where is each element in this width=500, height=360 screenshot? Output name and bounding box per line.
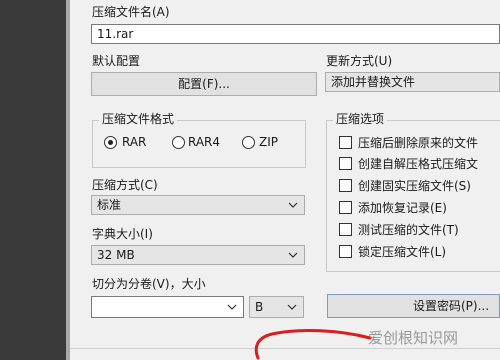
archive-name-input[interactable]: 11.rar <box>91 24 500 44</box>
radio-selected-icon <box>104 136 117 149</box>
split-unit-value: B <box>255 300 264 314</box>
dictionary-size-value: 32 MB <box>97 248 135 262</box>
split-volumes-input[interactable] <box>91 296 244 318</box>
chevron-down-icon <box>227 304 237 310</box>
update-mode-label: 更新方式(U) <box>326 54 393 68</box>
option-label: 压缩后删除原来的文件 <box>358 136 479 150</box>
archive-name-label: 压缩文件名(A) <box>92 5 170 19</box>
profiles-button[interactable]: 配置(F)... <box>91 72 317 96</box>
option-label: 创建固实压缩文件(S) <box>358 179 471 193</box>
format-option-rar[interactable]: RAR <box>100 133 165 153</box>
archive-format-title: 压缩文件格式 <box>99 112 178 126</box>
checkbox-icon <box>339 201 352 214</box>
checkbox-icon <box>339 157 352 170</box>
watermark-text: 爱创根知识网 <box>368 329 459 347</box>
archive-options-title: 压缩选项 <box>333 112 388 126</box>
chevron-down-icon <box>288 252 298 258</box>
option-label: 创建自解压格式压缩文 <box>358 157 479 171</box>
format-option-label: RAR4 <box>188 135 221 149</box>
option-test-files[interactable]: 测试压缩的文件(T) <box>336 220 500 240</box>
compression-method-label: 压缩方式(C) <box>92 178 158 192</box>
format-option-label: ZIP <box>259 135 278 149</box>
checkbox-icon <box>339 136 352 149</box>
background-window-strip <box>0 0 70 360</box>
checkbox-icon <box>339 223 352 236</box>
option-label: 锁定压缩文件(L) <box>358 245 447 259</box>
dictionary-size-select[interactable]: 32 MB <box>91 245 305 265</box>
compression-method-select[interactable]: 标准 <box>91 195 305 215</box>
update-mode-value: 添加并替换文件 <box>331 75 416 89</box>
option-create-sfx[interactable]: 创建自解压格式压缩文 <box>336 154 500 174</box>
set-password-button[interactable]: 设置密码(P)... <box>327 294 500 318</box>
chevron-down-icon <box>287 304 297 310</box>
dictionary-size-label: 字典大小(I) <box>92 227 153 241</box>
option-label: 测试压缩的文件(T) <box>358 223 459 237</box>
option-lock-archive[interactable]: 锁定压缩文件(L) <box>336 242 500 262</box>
format-option-label: RAR <box>122 135 147 149</box>
compression-method-value: 标准 <box>97 198 122 212</box>
option-delete-after[interactable]: 压缩后删除原来的文件 <box>336 133 500 153</box>
checkbox-icon <box>339 245 352 258</box>
format-option-rar4[interactable]: RAR4 <box>168 133 233 153</box>
radio-empty-icon <box>172 136 185 149</box>
option-create-solid[interactable]: 创建固实压缩文件(S) <box>336 176 500 196</box>
radio-empty-icon <box>242 136 255 149</box>
option-label: 添加恢复记录(E) <box>358 201 447 215</box>
option-add-recovery[interactable]: 添加恢复记录(E) <box>336 198 500 218</box>
split-unit-select[interactable]: B <box>249 296 304 318</box>
window-edge <box>66 0 70 360</box>
chevron-down-icon <box>288 202 298 208</box>
format-option-zip[interactable]: ZIP <box>238 133 298 153</box>
update-mode-select[interactable]: 添加并替换文件 <box>325 72 500 92</box>
checkbox-icon <box>339 179 352 192</box>
split-volumes-label: 切分为分卷(V)，大小 <box>92 277 206 291</box>
profiles-label: 默认配置 <box>92 54 141 68</box>
